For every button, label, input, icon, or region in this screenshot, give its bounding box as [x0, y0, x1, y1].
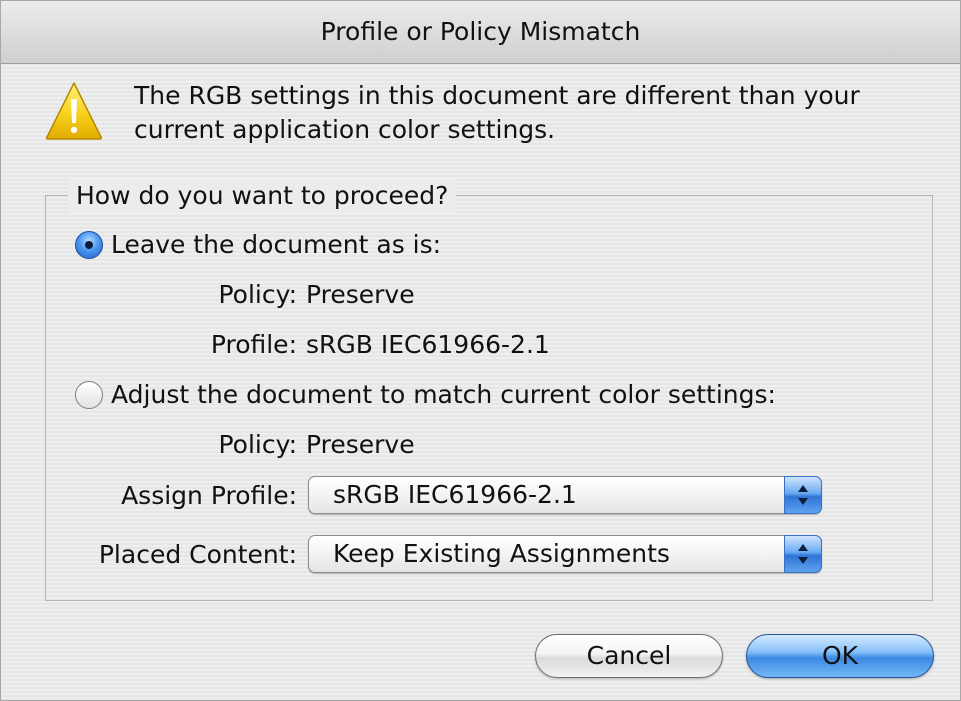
cancel-button[interactable]: Cancel — [535, 634, 723, 678]
alert-message-line-1: The RGB settings in this document are di… — [134, 81, 860, 110]
adjust-document-radio[interactable] — [75, 381, 103, 409]
placed-content-value: Keep Existing Assignments — [333, 539, 670, 568]
leave-document-label[interactable]: Leave the document as is: — [111, 228, 441, 262]
popup-arrows-icon — [784, 476, 822, 514]
radio-selected-dot — [85, 241, 93, 249]
alert-message: The RGB settings in this document are di… — [134, 79, 924, 147]
proceed-group-legend: How do you want to proceed? — [68, 179, 457, 213]
leave-profile-label: Profile: — [210, 330, 297, 359]
placed-content-popup[interactable]: Keep Existing Assignments — [308, 535, 822, 573]
profile-mismatch-dialog: Profile or Policy Mismatch The RGB setti… — [0, 0, 961, 701]
adjust-policy-value: Preserve — [306, 430, 415, 459]
leave-policy-value: Preserve — [306, 280, 415, 309]
window-title: Profile or Policy Mismatch — [1, 1, 960, 64]
warning-icon — [45, 82, 103, 140]
popup-arrows-icon — [784, 535, 822, 573]
alert-message-line-2: current application color settings. — [134, 115, 556, 144]
assign-profile-label: Assign Profile: — [121, 481, 297, 510]
leave-policy-label: Policy: — [218, 280, 297, 309]
placed-content-label: Placed Content: — [98, 540, 297, 569]
adjust-policy-label: Policy: — [218, 430, 297, 459]
adjust-document-label[interactable]: Adjust the document to match current col… — [111, 378, 776, 412]
leave-profile-value: sRGB IEC61966-2.1 — [306, 330, 550, 359]
ok-button[interactable]: OK — [746, 634, 934, 678]
leave-document-radio[interactable] — [75, 231, 103, 259]
assign-profile-popup[interactable]: sRGB IEC61966-2.1 — [308, 476, 822, 514]
assign-profile-value: sRGB IEC61966-2.1 — [333, 480, 577, 509]
